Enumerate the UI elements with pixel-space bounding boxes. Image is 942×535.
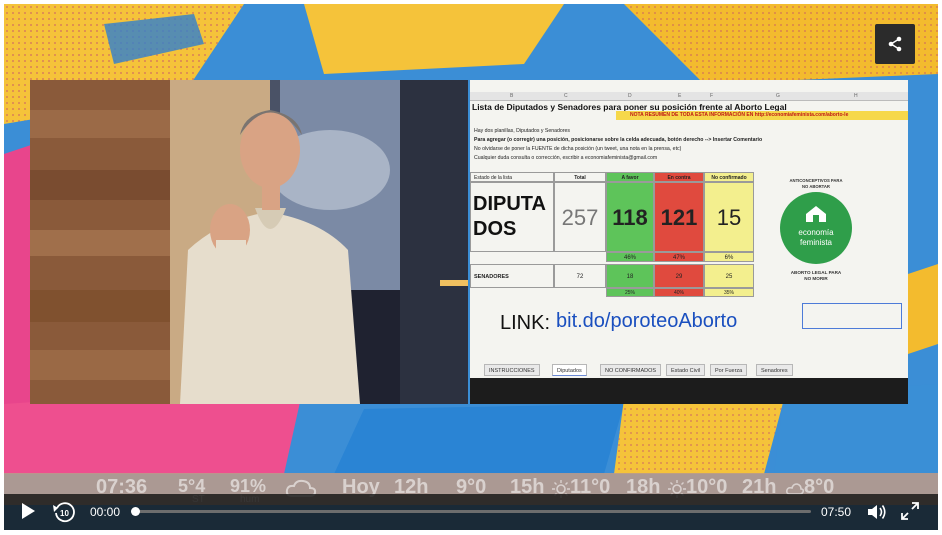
presenter-image — [30, 80, 468, 404]
col-header: G — [776, 93, 780, 99]
logo-name-2: feminista — [799, 238, 832, 247]
tab-estado-civil[interactable]: Estado Civil — [666, 364, 706, 376]
col-header: E — [678, 93, 682, 99]
diputados-label-line2: DOS — [473, 218, 517, 240]
senadores-favor: 18 — [606, 264, 654, 288]
tab-senadores[interactable]: Senadores — [756, 364, 793, 376]
play-icon — [22, 503, 35, 519]
logo-name-1: economía — [798, 228, 834, 237]
diputados-total: 257 — [554, 182, 606, 252]
col-header: F — [710, 93, 714, 99]
sheet-banner[interactable]: NOTA RESUMEN DE TODA ESTA INFORMACIÓN EN… — [616, 111, 908, 120]
sheet-line: Para agregar (o corregir) una posición, … — [474, 137, 763, 143]
tab-diputados[interactable]: Diputados — [552, 364, 587, 376]
monitor-bezel — [470, 378, 908, 404]
player-control-bar: 10 00:00 07:50 — [4, 494, 938, 530]
logo-bottom-text: ABORTO LEGAL PARA NO MORIR — [790, 270, 842, 281]
sheet-line: No olvidarse de poner la FUENTE de dicha… — [474, 146, 682, 152]
diputados-no-confirmado: 15 — [704, 182, 754, 252]
video-frame: B C D E F G H Lista de Diputados y Senad… — [4, 4, 938, 530]
header-favor: A favor — [606, 172, 654, 182]
diputados-contra: 121 — [654, 182, 704, 252]
play-button[interactable] — [18, 502, 38, 522]
sheet-line: Cualquier duda consulta o corrección, es… — [474, 155, 658, 161]
senadores-contra: 29 — [654, 264, 704, 288]
economia-feminista-logo: economía feminista — [780, 192, 852, 264]
row-label-diputados: DIPUTA DOS — [470, 182, 554, 252]
diputados-label-line1: DIPUTA — [473, 193, 546, 215]
col-header: H — [854, 93, 858, 99]
senadores-total: 72 — [554, 264, 606, 288]
logo-house-icon — [806, 206, 826, 222]
senadores-pct-no-confirmado: 35% — [704, 288, 754, 297]
tab-instrucciones[interactable]: INSTRUCCIONES — [484, 364, 540, 376]
header-contra: En contra — [654, 172, 704, 182]
header-total: Total — [554, 172, 606, 182]
header-no-confirmado: No confirmado — [704, 172, 754, 182]
diputados-favor: 118 — [606, 182, 654, 252]
fullscreen-button[interactable] — [900, 502, 920, 522]
col-header: B — [510, 93, 514, 99]
senadores-no-confirmado: 25 — [704, 264, 754, 288]
progress-knob[interactable] — [131, 507, 140, 516]
row-label-senadores: SENADORES — [470, 264, 554, 288]
fullscreen-icon — [901, 502, 919, 520]
volume-icon — [868, 505, 886, 519]
replay-10-icon: 10 — [53, 502, 75, 523]
share-button[interactable] — [875, 24, 915, 64]
col-header: D — [628, 93, 632, 99]
duration: 07:50 — [821, 505, 852, 519]
link-label: LINK: — [500, 312, 551, 334]
selected-cell[interactable] — [802, 303, 902, 329]
diputados-pct-no-confirmado: 6% — [704, 252, 754, 262]
senadores-pct-contra: 40% — [654, 288, 704, 297]
tab-no-confirmados[interactable]: NO CONFIRMADOS — [600, 364, 662, 376]
senadores-pct-favor: 25% — [606, 288, 654, 297]
header-estado: Estado de la lista — [470, 172, 554, 182]
logo-top-text: ANTICONCEPTIVOS PARA NO ABORTAR — [789, 178, 843, 189]
link-url[interactable]: bit.do/poroteoAborto — [556, 310, 737, 333]
current-time: 00:00 — [90, 505, 121, 519]
diputados-pct-contra: 47% — [654, 252, 704, 262]
replay-10-button[interactable]: 10 — [52, 500, 76, 524]
progress-bar[interactable] — [131, 507, 811, 516]
share-icon — [888, 36, 902, 52]
spreadsheet-inset: B C D E F G H Lista de Diputados y Senad… — [470, 80, 908, 404]
replay-seconds: 10 — [60, 509, 69, 518]
volume-button[interactable] — [866, 502, 888, 522]
column-header-row: B C D E F G H — [470, 92, 908, 101]
diputados-pct-favor: 46% — [606, 252, 654, 262]
presenter-video-inset — [30, 80, 468, 404]
sheet-line: Hay dos planillas, Diputados y Senadores — [474, 128, 571, 134]
tab-por-fuerza[interactable]: Por Fuerza — [710, 364, 748, 376]
col-header: C — [564, 93, 568, 99]
